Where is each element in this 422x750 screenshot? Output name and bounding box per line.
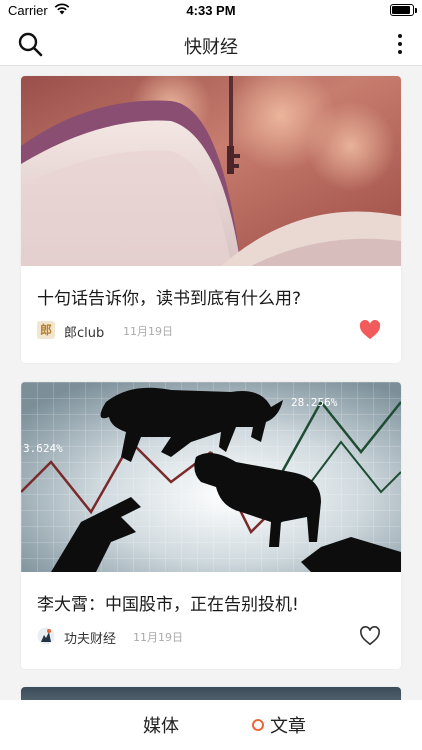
tab-media[interactable]: 媒体 — [143, 712, 179, 738]
article-card[interactable]: 3.624% 28.256% 李大霄：中国股市，正在告别投机! 功夫财经 11月… — [21, 382, 401, 669]
article-card[interactable] — [21, 687, 401, 700]
tab-media-label: 媒体 — [143, 716, 179, 737]
battery-icon — [390, 4, 417, 16]
source-avatar-text: 郎 — [39, 323, 52, 337]
chart-label-left: 3.624% — [23, 442, 63, 455]
article-title: 十句话告诉你，读书到底有什么用? — [37, 289, 302, 309]
more-options-icon[interactable] — [392, 30, 408, 58]
article-meta: 郎 郎club 11月19日 — [37, 320, 387, 341]
tab-articles[interactable]: 文章 — [252, 712, 306, 738]
article-date: 11月19日 — [133, 631, 183, 644]
source-avatar — [37, 627, 55, 645]
article-title: 李大霄：中国股市，正在告别投机! — [37, 595, 299, 615]
source-name: 功夫财经 — [64, 632, 117, 647]
article-card[interactable]: 十句话告诉你，读书到底有什么用? 郎 郎club 11月19日 — [21, 76, 401, 363]
nav-bar: 快财经 — [0, 22, 422, 66]
heart-outline-icon[interactable] — [359, 626, 381, 646]
article-date: 11月19日 — [123, 325, 173, 338]
page-title: 快财经 — [184, 37, 238, 58]
article-thumbnail-bull-bear: 3.624% 28.256% — [21, 382, 401, 572]
status-bar: Carrier 4:33 PM — [0, 0, 422, 22]
source-avatar: 郎 — [37, 321, 55, 339]
article-thumbnail-book-key — [21, 76, 401, 266]
article-thumbnail — [21, 687, 401, 700]
tab-bar: 媒体 文章 — [0, 700, 422, 750]
selected-indicator-icon — [252, 719, 264, 731]
tab-articles-label: 文章 — [270, 716, 306, 737]
chart-label-right: 28.256% — [291, 396, 338, 409]
source-name: 郎club — [64, 326, 105, 341]
article-meta: 功夫财经 11月19日 — [37, 626, 387, 647]
app-screen: Carrier 4:33 PM 快财经 十句话告诉你，读书到底有什么用? 郎 郎… — [0, 0, 422, 750]
article-feed[interactable]: 十句话告诉你，读书到底有什么用? 郎 郎club 11月19日 3.624% 2… — [0, 67, 422, 700]
heart-filled-icon[interactable] — [359, 320, 381, 340]
status-time: 4:33 PM — [186, 3, 236, 18]
